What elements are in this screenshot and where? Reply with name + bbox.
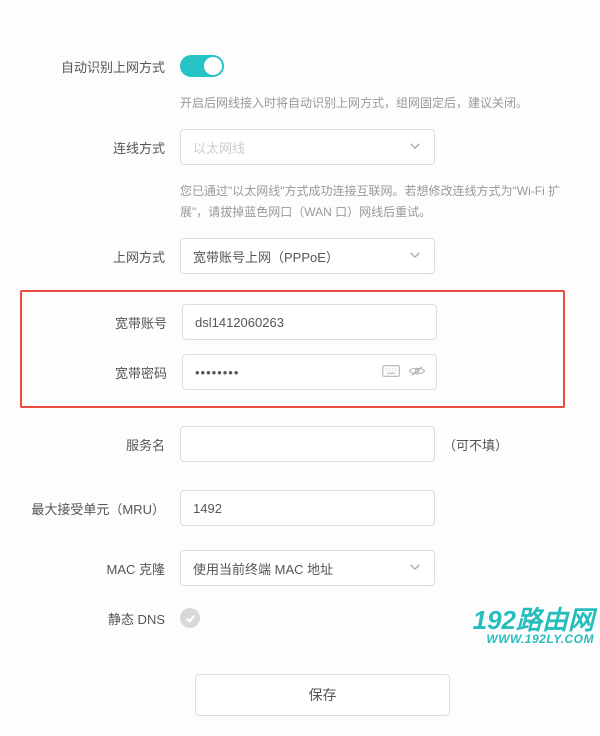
connection-mode-label: 连线方式 (30, 138, 180, 157)
auto-detect-label: 自动识别上网方式 (30, 57, 180, 76)
static-dns-checkbox[interactable] (180, 608, 200, 628)
mru-label: 最大接受单元（MRU） (30, 499, 180, 518)
service-name-label: 服务名 (30, 435, 180, 454)
keyboard-icon[interactable] (382, 364, 400, 381)
pppoe-credentials-highlight: 宽带账号 宽带密码 (20, 290, 565, 408)
chevron-down-icon (408, 139, 422, 156)
internet-mode-label: 上网方式 (30, 247, 180, 266)
mac-clone-value: 使用当前终端 MAC 地址 (193, 559, 333, 578)
chevron-down-icon (408, 248, 422, 265)
check-icon (185, 613, 196, 624)
chevron-down-icon (408, 560, 422, 577)
eye-hidden-icon[interactable] (408, 364, 426, 381)
internet-mode-value: 宽带账号上网（PPPoE） (193, 247, 339, 266)
connection-mode-hint: 您已通过"以太网线"方式成功连接互联网。若想修改连线方式为"Wi-Fi 扩展"，… (180, 181, 570, 222)
mac-clone-label: MAC 克隆 (30, 559, 180, 578)
broadband-account-input[interactable] (195, 315, 424, 330)
save-button[interactable]: 保存 (195, 674, 450, 716)
internet-mode-select[interactable]: 宽带账号上网（PPPoE） (180, 238, 435, 274)
auto-detect-toggle[interactable] (180, 55, 224, 77)
connection-mode-select: 以太网线 (180, 129, 435, 165)
mac-clone-select[interactable]: 使用当前终端 MAC 地址 (180, 550, 435, 586)
service-name-input[interactable] (193, 437, 422, 452)
broadband-account-label: 宽带账号 (32, 313, 182, 332)
auto-detect-hint: 开启后网线接入时将自动识别上网方式，组网固定后，建议关闭。 (180, 93, 570, 113)
static-dns-label: 静态 DNS (30, 609, 180, 628)
mru-input[interactable] (193, 501, 422, 516)
service-name-suffix: （可不填） (443, 435, 508, 454)
broadband-password-label: 宽带密码 (32, 363, 182, 382)
connection-mode-value: 以太网线 (193, 138, 245, 157)
